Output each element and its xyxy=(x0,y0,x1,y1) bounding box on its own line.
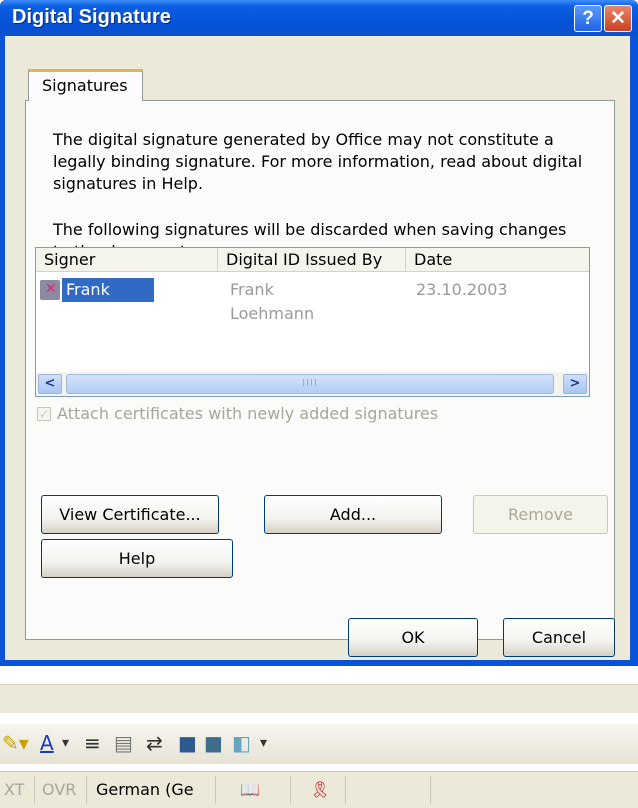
ovr-indicator: OVR xyxy=(42,780,77,799)
info-text: The digital signature generated by Offic… xyxy=(53,129,613,195)
scrollbar-thumb[interactable]: IIII xyxy=(66,374,554,394)
font-color-dropdown-icon[interactable]: ▾ xyxy=(62,730,69,756)
scroll-left-button[interactable]: < xyxy=(38,374,62,394)
align-icon[interactable]: ≡ xyxy=(84,730,101,756)
tab-signatures-label: Signatures xyxy=(42,76,128,95)
attach-certificates-label: Attach certificates with newly added sig… xyxy=(57,404,439,423)
status-separator xyxy=(430,776,431,804)
discard-line-1: The following signatures will be discard… xyxy=(53,220,567,239)
3d-icon[interactable]: ◧ xyxy=(232,730,251,756)
dialog-title: Digital Signature xyxy=(12,6,171,28)
column-header-date[interactable]: Date xyxy=(406,248,589,272)
remove-button: Remove xyxy=(473,495,608,534)
dialog-client-area: Signatures The digital signature generat… xyxy=(5,36,630,660)
toolbar-options-icon[interactable]: ▾ xyxy=(260,730,267,756)
horizontal-scrollbar[interactable]: < IIII > xyxy=(36,372,589,396)
view-certificate-button[interactable]: View Certificate... xyxy=(41,495,219,534)
attach-certificates-checkbox: ✓ xyxy=(37,407,51,421)
date-cell: 23.10.2003 xyxy=(416,280,508,299)
status-separator xyxy=(290,776,291,804)
shading-icon[interactable]: ■ xyxy=(178,730,197,756)
spelling-book-icon[interactable]: 📖 xyxy=(240,780,260,799)
ext-indicator: XT xyxy=(4,780,25,799)
close-button[interactable]: ✕ xyxy=(604,5,632,32)
scroll-right-button[interactable]: > xyxy=(563,374,587,394)
info-line-1: The digital signature generated by Offic… xyxy=(53,130,554,149)
cancel-button[interactable]: Cancel xyxy=(503,618,615,657)
status-separator xyxy=(215,776,216,804)
certificate-ribbon-icon[interactable]: 🎗 xyxy=(310,780,330,799)
column-header-issued-by[interactable]: Digital ID Issued By xyxy=(218,248,406,272)
border-icon[interactable]: ▤ xyxy=(114,730,133,756)
word-window-background: ✎▾ A ▾ ≡ ▤ ⇄ ■ ■ ◧ ▾ XT OVR German (Ge 📖… xyxy=(0,666,638,808)
language-indicator[interactable]: German (Ge xyxy=(96,780,194,799)
font-color-icon[interactable]: A xyxy=(40,730,54,756)
ok-button[interactable]: OK xyxy=(348,618,478,657)
signature-invalid-icon xyxy=(40,280,60,300)
column-header-signer[interactable]: Signer xyxy=(36,248,218,272)
status-separator xyxy=(34,776,35,804)
title-bar[interactable]: Digital Signature ? ✕ xyxy=(0,0,638,36)
status-separator xyxy=(86,776,87,804)
info-line-2: legally binding signature. For more info… xyxy=(53,152,583,171)
info-line-3: signatures in Help. xyxy=(53,174,204,193)
digital-signature-dialog: Digital Signature ? ✕ Signatures The dig… xyxy=(0,0,638,666)
signer-cell: Frank Loehmann xyxy=(62,278,155,323)
help-button[interactable]: Help xyxy=(41,539,233,578)
signatures-list[interactable]: Signer Digital ID Issued By Date Frank L… xyxy=(35,247,590,397)
status-bar: XT OVR German (Ge 📖 🎗 xyxy=(0,771,638,808)
toolbar-strip xyxy=(0,684,638,713)
tab-signatures[interactable]: Signatures xyxy=(28,69,143,101)
add-button[interactable]: Add... xyxy=(264,495,442,534)
direction-icon[interactable]: ⇄ xyxy=(146,730,163,756)
issued-by-cell: Frank Loehmann xyxy=(230,280,315,323)
formatting-toolbar: ✎▾ A ▾ ≡ ▤ ⇄ ■ ■ ◧ ▾ xyxy=(0,724,638,764)
help-title-button[interactable]: ? xyxy=(574,5,602,32)
shadow-icon[interactable]: ■ xyxy=(204,730,223,756)
status-separator xyxy=(345,776,346,804)
highlight-icon[interactable]: ✎▾ xyxy=(2,730,29,756)
